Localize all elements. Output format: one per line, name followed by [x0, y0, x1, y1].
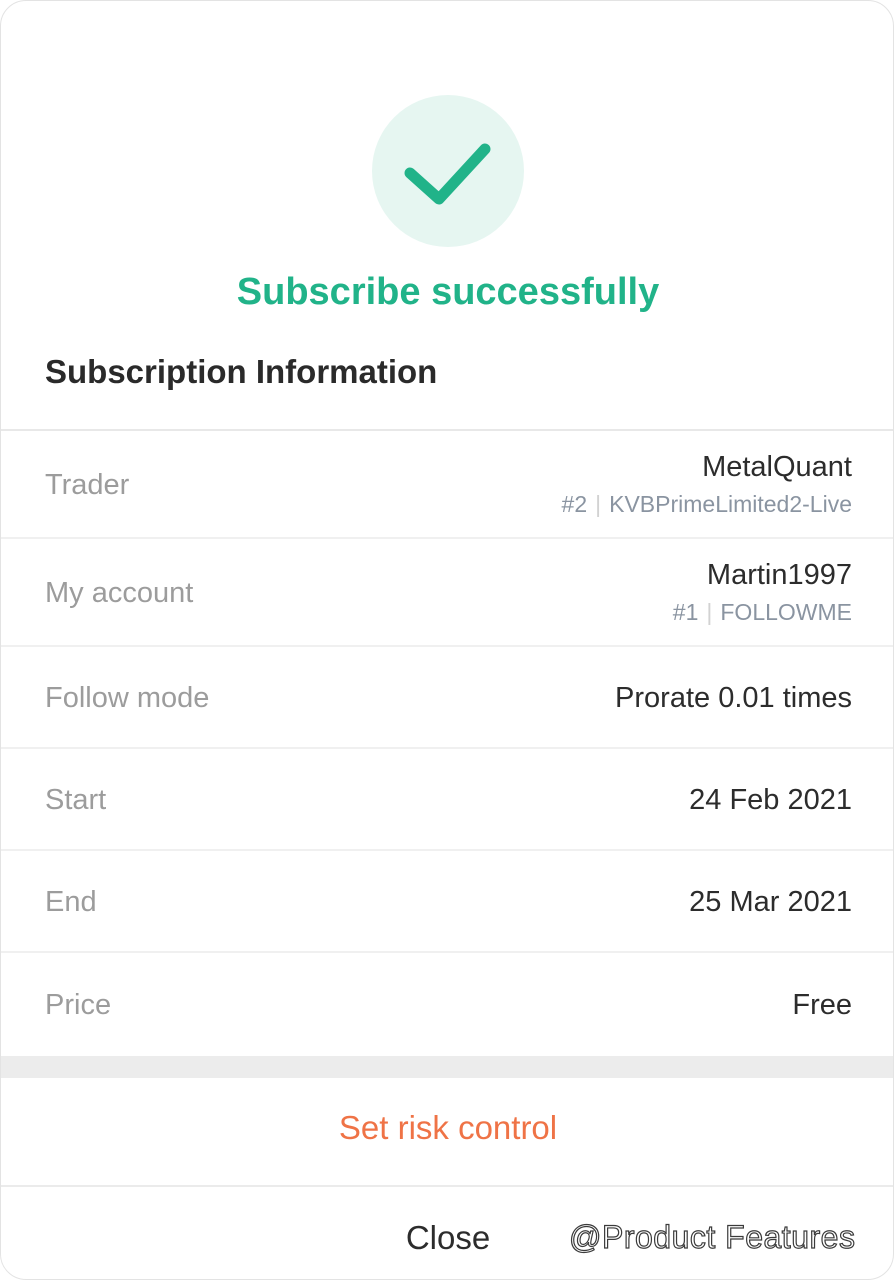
watermark-text: @Product Features [568, 1218, 856, 1255]
start-date: 24 Feb 2021 [689, 784, 852, 816]
my-account-server-name: FOLLOWME [720, 599, 852, 625]
follow-mode-row: Follow mode Prorate 0.01 times [1, 647, 893, 749]
trader-account-index: #2 [561, 491, 588, 517]
divider [1, 1185, 893, 1187]
price-row: Price Free [1, 953, 893, 1056]
set-risk-control-button[interactable]: Set risk control [1, 1109, 893, 1147]
trader-row: Trader MetalQuant #2 | KVBPrimeLimited2-Li… [1, 431, 893, 539]
checkmark-icon [404, 143, 491, 205]
end-label: End [45, 886, 97, 918]
section-title: Subscription Information [45, 353, 438, 390]
trader-server-name: KVBPrimeLimited2-Live [609, 491, 852, 517]
end-row: End 25 Mar 2021 [1, 851, 893, 953]
my-account-index: #1 [672, 599, 699, 625]
start-row: Start 24 Feb 2021 [1, 749, 893, 851]
separator: | [706, 599, 713, 625]
my-account-row: My account Martin1997 #1 | FOLLOWME [1, 539, 893, 647]
subscription-success-dialog: Subscribe successfully Subscription Info… [0, 0, 894, 1280]
success-check-badge [372, 95, 524, 247]
price-value: Free [792, 989, 852, 1021]
trader-label: Trader [45, 469, 130, 501]
follow-mode-value: Prorate 0.01 times [615, 682, 852, 714]
trader-name: MetalQuant [702, 451, 852, 483]
end-date: 25 Mar 2021 [689, 886, 852, 918]
section-spacer [1, 1056, 893, 1078]
price-label: Price [45, 989, 112, 1021]
my-account-label: My account [45, 577, 194, 609]
start-label: Start [45, 784, 107, 816]
success-title: Subscribe successfully [236, 271, 660, 313]
follow-mode-label: Follow mode [45, 682, 210, 714]
my-account-info: #1 | FOLLOWME [673, 599, 852, 626]
my-account-name: Martin1997 [706, 559, 852, 591]
trader-account-info: #2 | KVBPrimeLimited2-Live [562, 491, 852, 518]
separator: | [595, 491, 602, 517]
